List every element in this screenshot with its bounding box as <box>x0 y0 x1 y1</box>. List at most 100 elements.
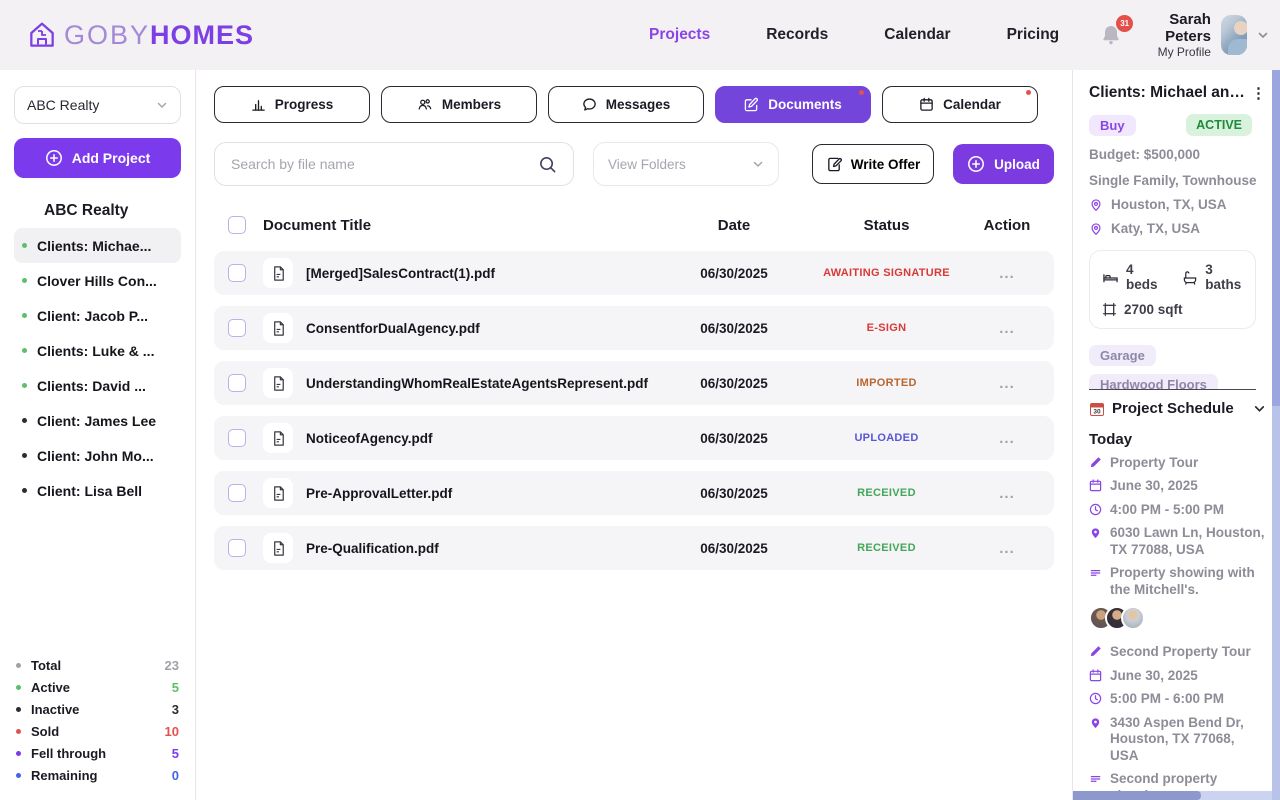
tab-label: Members <box>442 97 501 112</box>
notification-dot <box>1026 90 1031 95</box>
calendar-small-icon <box>1089 479 1102 494</box>
members-icon <box>417 97 433 112</box>
row-checkbox[interactable] <box>228 319 246 337</box>
horizontal-scrollbar-track[interactable] <box>1073 791 1280 800</box>
tab-calendar[interactable]: Calendar <box>882 86 1038 123</box>
document-title[interactable]: [Merged]SalesContract(1).pdf <box>293 266 669 281</box>
project-schedule-header[interactable]: 30 Project Schedule <box>1089 400 1266 417</box>
upload-button[interactable]: Upload <box>953 144 1054 184</box>
sidebar-project-item[interactable]: Clients: Michae... <box>14 228 181 263</box>
horizontal-scrollbar-thumb[interactable] <box>1073 791 1201 800</box>
project-label: Clients: David ... <box>37 378 146 394</box>
nav-calendar[interactable]: Calendar <box>884 26 950 44</box>
status-dot <box>22 348 27 353</box>
sqft-text: 2700 sqft <box>1124 302 1183 317</box>
tab-members[interactable]: Members <box>381 86 537 123</box>
project-label: Client: John Mo... <box>37 448 154 464</box>
row-checkbox[interactable] <box>228 484 246 502</box>
project-label: Client: Lisa Bell <box>37 483 142 499</box>
view-folders-select[interactable]: View Folders <box>593 142 779 186</box>
notifications-button[interactable]: 31 <box>1099 23 1123 47</box>
pencil-icon <box>1089 645 1102 660</box>
stat-value: 10 <box>165 724 179 739</box>
location-pin-icon <box>1089 222 1103 236</box>
location-text: Katy, TX, USA <box>1111 221 1200 236</box>
write-offer-button[interactable]: Write Offer <box>812 144 934 184</box>
project-label: Client: James Lee <box>37 413 156 429</box>
stat-dot <box>16 685 21 690</box>
document-title[interactable]: Pre-ApprovalLetter.pdf <box>293 486 669 501</box>
realty-select[interactable]: ABC Realty <box>14 86 181 124</box>
status-dot <box>22 383 27 388</box>
stat-label: Remaining <box>31 768 97 783</box>
buy-badge: Buy <box>1089 115 1136 136</box>
attendee-avatar <box>1121 606 1145 630</box>
search-input[interactable] <box>231 156 528 172</box>
calendar-small-icon <box>1089 669 1102 684</box>
document-title[interactable]: NoticeofAgency.pdf <box>293 431 669 446</box>
main-content: Progress Members Messages Documents <box>196 70 1072 800</box>
sidebar-project-item[interactable]: Clover Hills Con... <box>14 263 181 298</box>
document-title[interactable]: ConsentforDualAgency.pdf <box>293 321 669 336</box>
schedule-event[interactable]: Second Property Tour June 30, 2025 5:00 … <box>1089 644 1266 800</box>
row-actions-button[interactable]: ... <box>974 485 1040 502</box>
select-all-checkbox[interactable] <box>228 216 246 234</box>
page-scrollbar-track[interactable] <box>1272 70 1280 800</box>
project-label: Client: Jacob P... <box>37 308 148 324</box>
document-date: 06/30/2025 <box>669 376 799 391</box>
compose-icon <box>744 97 759 112</box>
row-actions-button[interactable]: ... <box>974 375 1040 392</box>
profile-name: Sarah Peters <box>1151 11 1211 45</box>
top-header: GOBYHOMES Projects Records Calendar Pric… <box>0 0 1280 70</box>
row-checkbox[interactable] <box>228 539 246 557</box>
nav-projects[interactable]: Projects <box>649 26 710 44</box>
sqft-icon <box>1102 302 1117 317</box>
logo-text-homes: HOMES <box>150 20 254 50</box>
bar-chart-icon <box>251 97 266 112</box>
sidebar-project-item[interactable]: Client: Lisa Bell <box>14 473 181 508</box>
status-badge: E-SIGN <box>799 322 974 334</box>
row-actions-button[interactable]: ... <box>974 265 1040 282</box>
tab-messages[interactable]: Messages <box>548 86 704 123</box>
row-checkbox[interactable] <box>228 374 246 392</box>
tab-progress[interactable]: Progress <box>214 86 370 123</box>
kebab-menu-icon[interactable]: ⋮ <box>1245 84 1266 102</box>
nav-pricing[interactable]: Pricing <box>1007 26 1060 44</box>
table-header-row: Document Title Date Status Action <box>214 210 1054 240</box>
sidebar-project-item[interactable]: Client: Jacob P... <box>14 298 181 333</box>
sidebar-project-item[interactable]: Clients: David ... <box>14 368 181 403</box>
page-scrollbar-thumb[interactable] <box>1272 70 1280 406</box>
stat-value: 23 <box>165 658 179 673</box>
document-title[interactable]: UnderstandingWhomRealEstateAgentsReprese… <box>293 376 669 391</box>
nav-records[interactable]: Records <box>766 26 828 44</box>
project-tabs: Progress Members Messages Documents <box>214 86 1054 123</box>
tab-documents[interactable]: Documents <box>715 86 871 123</box>
project-details-panel: Clients: Michael and S... ⋮ Buy ACTIVE B… <box>1072 70 1280 800</box>
document-title[interactable]: Pre-Qualification.pdf <box>293 541 669 556</box>
add-project-button[interactable]: Add Project <box>14 138 181 178</box>
event-location: 6030 Lawn Ln, Houston, TX 77088, USA <box>1110 525 1266 558</box>
row-checkbox[interactable] <box>228 264 246 282</box>
sidebar-project-item[interactable]: Client: John Mo... <box>14 438 181 473</box>
row-actions-button[interactable]: ... <box>974 540 1040 557</box>
property-specs-card: 4 beds 3 baths 2700 sqft <box>1089 250 1256 329</box>
chevron-down-icon <box>156 99 168 111</box>
document-date: 06/30/2025 <box>669 266 799 281</box>
row-actions-button[interactable]: ... <box>974 430 1040 447</box>
row-actions-button[interactable]: ... <box>974 320 1040 337</box>
location-text: Houston, TX, USA <box>1111 197 1227 212</box>
left-sidebar: ABC Realty Add Project ABC Realty Client… <box>0 70 196 800</box>
profile-menu[interactable]: Sarah Peters My Profile <box>1151 11 1269 59</box>
sidebar-project-item[interactable]: Clients: Luke & ... <box>14 333 181 368</box>
realty-group-title: ABC Realty <box>44 202 181 220</box>
status-dot <box>22 488 27 493</box>
schedule-event[interactable]: Property Tour June 30, 2025 4:00 PM - 5:… <box>1089 455 1266 630</box>
chevron-down-icon[interactable] <box>1253 402 1266 415</box>
row-checkbox[interactable] <box>228 429 246 447</box>
status-dot <box>22 278 27 283</box>
tab-label: Calendar <box>943 97 1001 112</box>
bed-icon <box>1102 270 1119 285</box>
file-search[interactable] <box>214 142 574 186</box>
sidebar-project-item[interactable]: Client: James Lee <box>14 403 181 438</box>
search-icon[interactable] <box>538 155 557 174</box>
